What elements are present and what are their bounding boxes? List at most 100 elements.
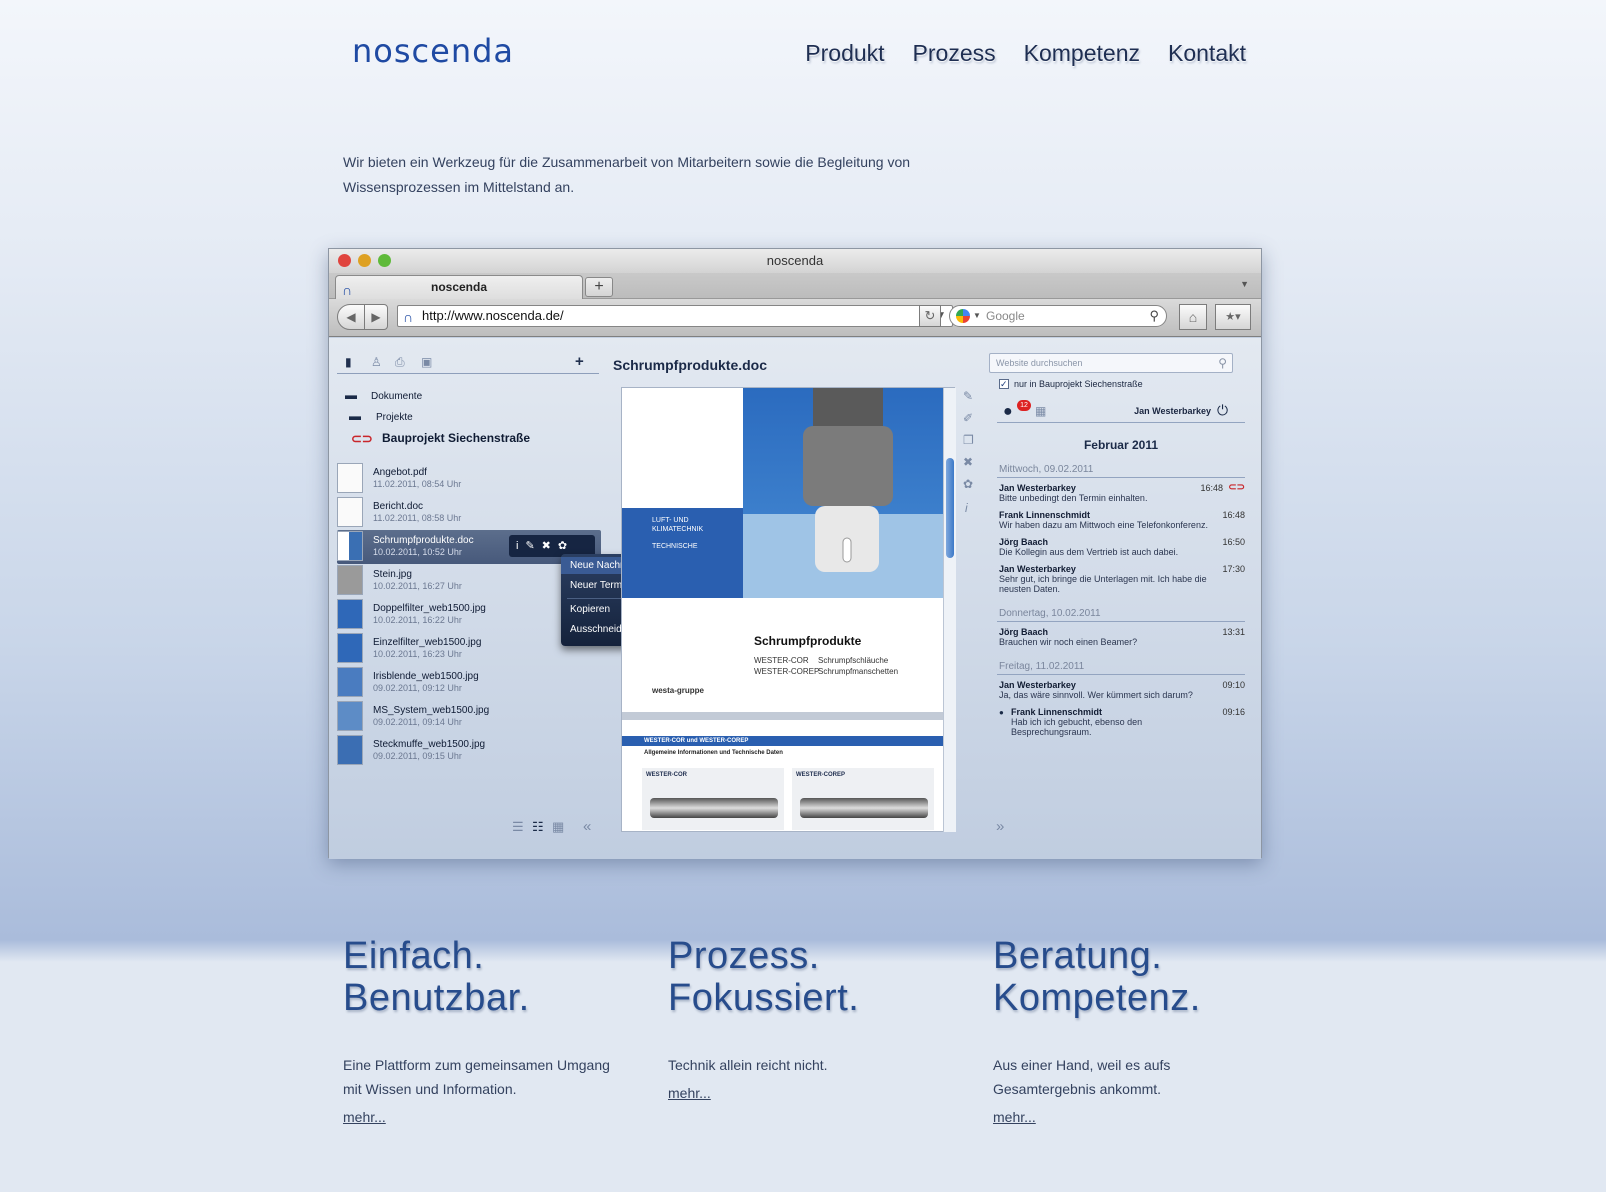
file-date: 11.02.2011, 08:54 Uhr	[373, 479, 462, 489]
message-item[interactable]: Frank Linnenschmidt 16:48 Wir haben dazu a…	[999, 510, 1245, 536]
edit-icon[interactable]: ✎	[525, 540, 541, 552]
message-item[interactable]: Jan Westerbarkey 17:30 Sehr gut, ich bring…	[999, 564, 1245, 600]
noscenda-logo[interactable]: noscenda	[352, 30, 532, 72]
tree-dokumente[interactable]: Dokumente	[371, 391, 422, 402]
cover-line-2b: Schrumpfmanschetten	[818, 667, 899, 676]
zoom-icon[interactable]	[378, 254, 391, 267]
search-icon[interactable]: ⚲	[1149, 306, 1159, 326]
cover-label-3: TECHNISCHE	[652, 543, 698, 550]
list-view-icon[interactable]: ☰	[512, 820, 524, 833]
search-icon[interactable]: ⚲	[1218, 354, 1227, 372]
bookmarks-button[interactable]: ★▾	[1215, 304, 1251, 330]
remove-icon[interactable]: ✖	[963, 456, 973, 468]
file-thumbnail	[337, 463, 363, 493]
more-link[interactable]: mehr...	[343, 1109, 386, 1125]
back-button[interactable]: ◀	[337, 304, 365, 330]
window-titlebar: noscenda	[329, 249, 1261, 273]
image-icon[interactable]: ▣	[421, 356, 432, 368]
document-icon[interactable]: ▮	[345, 356, 352, 368]
link-icon: ⊂⊃	[351, 431, 373, 446]
new-tab-button[interactable]: +	[585, 277, 613, 297]
collapse-left-icon[interactable]: «	[583, 819, 591, 834]
grid-view-icon[interactable]: ▦	[552, 820, 564, 833]
file-item[interactable]: Doppelfilter_web1500.jpg 10.02.2011, 16:2…	[337, 598, 597, 632]
annotate-icon[interactable]: ✎	[963, 390, 973, 402]
message-sender: Jan Westerbarkey	[999, 483, 1076, 493]
home-button[interactable]: ⌂	[1179, 304, 1207, 330]
detail-view-icon[interactable]: ☷	[532, 820, 544, 833]
divider	[997, 477, 1245, 478]
user-icon[interactable]: ♙	[371, 356, 382, 368]
file-item[interactable]: Stein.jpg 10.02.2011, 16:27 Uhr	[337, 564, 597, 598]
link-icon[interactable]: ⊂⊃	[1228, 482, 1245, 493]
collapse-right-icon[interactable]: »	[996, 819, 1004, 834]
url-text: http://www.noscenda.de/	[422, 308, 564, 323]
nav-kompetenz[interactable]: Kompetenz	[1024, 40, 1140, 67]
settings-icon[interactable]: ✿	[558, 540, 574, 552]
document-scrollbar[interactable]	[943, 388, 956, 832]
file-item[interactable]: Angebot.pdf 11.02.2011, 08:54 Uhr	[337, 462, 597, 496]
message-item[interactable]: Jan Westerbarkey 09:10 Ja, das wäre sinnvo…	[999, 680, 1245, 706]
folder-icon: ▬	[345, 388, 357, 402]
message-time: 09:16	[1222, 707, 1245, 717]
tab-list-chevron-icon[interactable]: ▼	[1240, 279, 1249, 289]
search-placeholder: Website durchsuchen	[996, 358, 1083, 368]
file-item[interactable]: MS_System_web1500.jpg 09.02.2011, 09:14 U…	[337, 700, 597, 734]
chat-icon[interactable]: ●	[1003, 404, 1013, 420]
reload-button[interactable]: ↻	[919, 305, 941, 327]
scroll-thumb[interactable]	[946, 458, 954, 558]
message-item[interactable]: ● Frank Linnenschmidt 09:16 Hab ich ich geb…	[999, 707, 1245, 743]
print-icon[interactable]: ⎙	[395, 356, 405, 368]
message-time: 13:31	[1222, 627, 1245, 637]
edit-note-icon[interactable]: ✐	[963, 412, 973, 424]
more-link[interactable]: mehr...	[668, 1085, 711, 1101]
day-label: Freitag, 11.02.2011	[999, 661, 1085, 672]
tree-projekte[interactable]: Projekte	[376, 412, 413, 423]
file-name: Steckmuffe_web1500.jpg	[373, 739, 486, 750]
document-preview[interactable]: LUFT- UND KLIMATECHNIK TECHNISCHE Schrum…	[621, 387, 956, 832]
window-title: noscenda	[766, 253, 824, 268]
forward-button[interactable]: ▶	[364, 304, 388, 330]
file-date: 10.02.2011, 16:27 Uhr	[373, 581, 462, 591]
file-item[interactable]: Irisblende_web1500.jpg 09.02.2011, 09:12 …	[337, 666, 597, 700]
feature-heading-line2: Kompetenz.	[993, 977, 1201, 1019]
message-item[interactable]: Jan Westerbarkey 16:48 ⊂⊃ Bitte unbedingt d…	[999, 482, 1245, 509]
message-time: 17:30	[1222, 564, 1245, 574]
nav-kontakt[interactable]: Kontakt	[1168, 40, 1246, 67]
calendar-icon[interactable]: ▦	[1035, 405, 1046, 417]
folder-icon: ▬	[349, 409, 361, 423]
scope-checkbox[interactable]: ✓	[999, 379, 1009, 389]
feature-heading-line1: Einfach.	[343, 935, 485, 977]
file-item[interactable]: Einzelfilter_web1500.jpg 10.02.2011, 16:2…	[337, 632, 597, 666]
file-thumbnail	[337, 735, 363, 765]
more-link[interactable]: mehr...	[993, 1109, 1036, 1125]
url-input[interactable]: ∩ http://www.noscenda.de/ ▼	[397, 305, 953, 327]
message-item[interactable]: Jörg Baach 13:31 Brauchen wir noch einen B…	[999, 627, 1245, 653]
file-item[interactable]: Bericht.doc 11.02.2011, 08:58 Uhr	[337, 496, 597, 530]
gear-icon[interactable]: ✿	[963, 478, 973, 490]
nav-produkt[interactable]: Produkt	[805, 40, 884, 67]
power-icon[interactable]: ⏻	[1217, 403, 1228, 417]
day-label: Donnertag, 10.02.2011	[999, 608, 1101, 619]
info-icon[interactable]: i	[965, 502, 968, 514]
message-item[interactable]: Jörg Baach 16:50 Die Kollegin aus dem Vert…	[999, 537, 1245, 563]
scope-label: nur in Bauprojekt Siechenstraße	[1014, 379, 1143, 389]
feature-column-2: Prozess. Fokussiert. Technik allein reic…	[668, 935, 968, 1103]
copy-icon[interactable]: ❐	[963, 434, 974, 446]
close-icon[interactable]	[338, 254, 351, 267]
menu-kopieren[interactable]: Kopieren	[570, 604, 610, 615]
google-search-input[interactable]: ▼ Google ⚲	[949, 305, 1167, 327]
browser-tab[interactable]: ∩ noscenda	[335, 275, 583, 299]
pipe-image	[800, 798, 928, 818]
delete-icon[interactable]: ✖	[542, 540, 558, 552]
file-item[interactable]: Steckmuffe_web1500.jpg 09.02.2011, 09:15 …	[337, 734, 597, 768]
add-icon[interactable]: +	[575, 354, 584, 369]
divider	[337, 373, 599, 374]
nav-prozess[interactable]: Prozess	[913, 40, 996, 67]
unread-dot-icon: ●	[999, 708, 1004, 717]
search-engine-chevron-icon[interactable]: ▼	[973, 306, 981, 326]
page2-box-1: WESTER-COR	[642, 768, 784, 830]
website-search-input[interactable]: Website durchsuchen ⚲	[989, 353, 1233, 373]
minimize-icon[interactable]	[358, 254, 371, 267]
project-title[interactable]: Bauprojekt Siechenstraße	[382, 431, 530, 445]
